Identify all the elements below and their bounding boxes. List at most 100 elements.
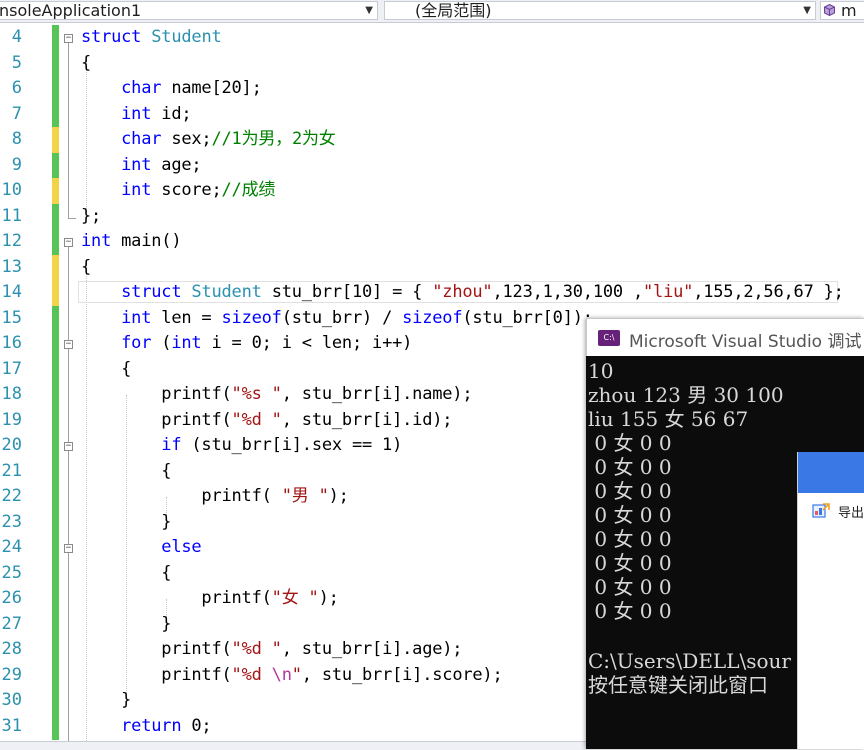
console-line: 0 女 0 0 [588, 431, 672, 455]
line-number: 20 [1, 435, 22, 455]
console-line: 0 女 0 0 [588, 575, 672, 599]
console-line: 0 女 0 0 [588, 503, 672, 527]
code-line: printf("%d ", stu_brr[i].age); [81, 639, 463, 659]
code-line: for (int i = 0; i < len; i++) [121, 333, 413, 353]
outline-guide [68, 43, 70, 218]
code-line: printf("%d ", stu_brr[i].id); [81, 409, 453, 430]
export-icon [812, 503, 830, 518]
collapse-toggle[interactable]: − [64, 238, 73, 247]
collapse-toggle[interactable]: − [64, 442, 73, 451]
scope-value: (全局范围) [415, 1, 492, 20]
line-number: 26 [1, 588, 22, 608]
console-line: 按任意键关闭此窗口 [588, 673, 768, 697]
console-line: 10 [588, 359, 614, 383]
line-number: 27 [1, 613, 22, 634]
console-line: 0 女 0 0 [588, 527, 672, 551]
line-number: 22 [1, 486, 22, 506]
scope-dropdown[interactable]: (全局范围) ▼ [384, 1, 816, 20]
line-number: 25 [1, 562, 22, 583]
line-number: 13 [1, 256, 22, 277]
change-marker-unsaved [52, 178, 59, 204]
change-marker-unsaved [52, 254, 59, 306]
line-number: 8 [11, 129, 22, 149]
console-line: 0 女 0 0 [588, 599, 672, 623]
code-line: }; [81, 205, 102, 226]
code-line: { [81, 52, 92, 73]
code-line: } [81, 511, 172, 532]
line-number: 18 [1, 384, 22, 404]
code-line: if (stu_brr[i].sex == 1) [161, 435, 403, 455]
code-line: { [81, 460, 172, 481]
line-number: 6 [11, 78, 22, 98]
visual-studio-icon: C:\ [598, 330, 620, 346]
console-line: 0 女 0 0 [588, 455, 672, 479]
export-label[interactable]: 导出 [838, 502, 864, 521]
line-number: 15 [1, 307, 22, 328]
change-marker-saved [52, 305, 59, 740]
code-line: int len = sizeof(stu_brr) / sizeof(stu_b… [121, 307, 593, 328]
change-marker-saved [52, 203, 59, 255]
line-number: 12 [1, 231, 22, 251]
member-value: m [841, 1, 857, 20]
popup-header [798, 452, 864, 493]
member-dropdown[interactable]: m [820, 1, 864, 20]
line-number: 23 [1, 511, 22, 532]
collapse-toggle[interactable]: − [64, 544, 73, 553]
export-popup[interactable]: 导出 [797, 452, 864, 749]
line-number: 17 [1, 358, 22, 379]
code-line: printf("女 "); [81, 588, 339, 608]
code-line: } [81, 690, 132, 710]
line-number: 11 [1, 205, 22, 226]
code-line: int score;//成绩 [121, 180, 276, 200]
collapse-toggle[interactable]: − [64, 340, 73, 349]
cube-icon [824, 4, 835, 16]
project-dropdown[interactable]: nsoleApplication1 ▼ [0, 1, 378, 20]
line-number: 24 [1, 537, 22, 557]
console-line: zhou 123 男 30 100 [588, 383, 784, 407]
line-number: 31 [1, 715, 22, 736]
code-line: { [81, 562, 172, 583]
code-line: char name[20]; [121, 78, 262, 98]
console-line: C:\Users\DELL\sour [588, 649, 791, 673]
change-marker-unsaved [52, 127, 59, 153]
code-line: int age; [121, 154, 202, 175]
line-number: 21 [1, 460, 22, 481]
outline-guide [68, 247, 70, 747]
code-line: printf("%s ", stu_brr[i].name); [81, 384, 473, 404]
code-line: int id; [121, 103, 192, 124]
line-number: 16 [1, 333, 22, 353]
outline-guide [68, 218, 76, 219]
line-number: 4 [11, 27, 22, 47]
change-marker-saved [52, 152, 59, 178]
change-marker-saved [52, 25, 59, 127]
line-number: 7 [11, 103, 22, 124]
chevron-down-icon: ▼ [803, 5, 811, 16]
code-line: printf("%d \n", stu_brr[i].score); [81, 664, 503, 685]
line-number: 29 [1, 664, 22, 685]
code-line: { [81, 256, 92, 277]
line-number: 5 [11, 52, 22, 73]
console-line: liu 155 女 56 67 [588, 407, 749, 431]
code-line: return 0; [121, 715, 212, 736]
console-title: Microsoft Visual Studio 调试 [629, 332, 862, 352]
console-line: 0 女 0 0 [588, 479, 672, 503]
line-number: 30 [1, 690, 22, 710]
line-number: 14 [1, 282, 22, 302]
code-line: struct Student [81, 27, 222, 47]
code-line: else [161, 537, 202, 557]
line-number: 28 [1, 639, 22, 659]
project-name: nsoleApplication1 [0, 1, 142, 20]
line-number: 10 [1, 180, 22, 200]
console-title-bar[interactable]: C:\ Microsoft Visual Studio 调试 [586, 318, 864, 356]
code-line: int main() [81, 231, 182, 251]
code-line: } [81, 613, 172, 634]
code-line: { [81, 358, 132, 379]
line-number: 9 [11, 154, 22, 175]
collapse-toggle[interactable]: − [64, 34, 73, 43]
code-line: printf( "男 "); [81, 486, 349, 506]
line-number: 19 [1, 409, 22, 430]
console-line: 0 女 0 0 [588, 551, 672, 575]
code-line: struct Student stu_brr[10] = { "zhou",12… [121, 282, 844, 302]
navigation-bar: nsoleApplication1 ▼ (全局范围) ▼ m [0, 0, 864, 23]
code-line: char sex;//1为男，2为女 [121, 129, 336, 149]
